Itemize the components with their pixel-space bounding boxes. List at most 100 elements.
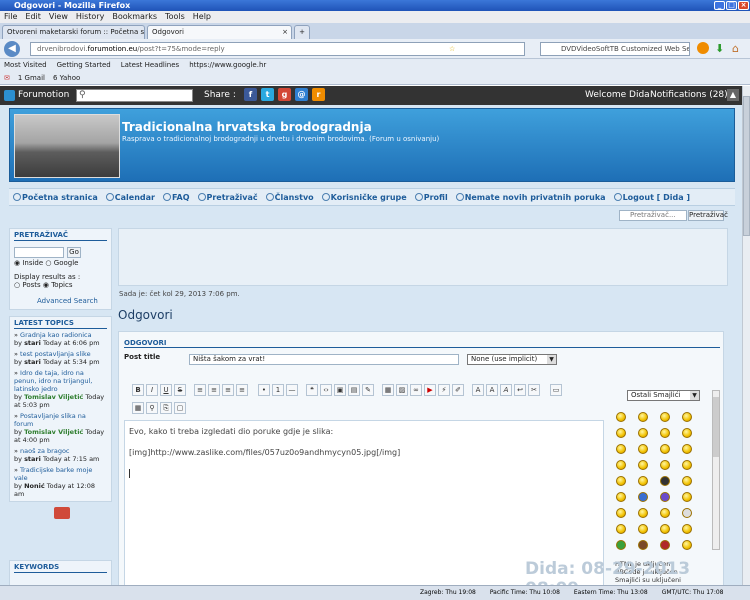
nav-groups[interactable]: Korisničke grupe (321, 189, 407, 205)
post-title-input[interactable]: Ništa šakom za vrat! (189, 354, 459, 365)
spoiler-button[interactable]: ▤ (348, 384, 360, 396)
smiley-icon[interactable] (682, 492, 692, 502)
smiley-icon[interactable] (638, 428, 648, 438)
forumotion-search-input[interactable]: ⚲ (76, 89, 193, 102)
new-tab-button[interactable]: + (294, 25, 310, 39)
quote-button[interactable]: ❝ (306, 384, 318, 396)
feed-icon[interactable] (697, 42, 709, 54)
smiley-icon[interactable] (616, 444, 626, 454)
search-bar[interactable]: DVDVideoSoftTB Customized Web Search (540, 42, 690, 56)
collapse-bar-icon[interactable]: ▲ (727, 89, 739, 101)
smiley-icon[interactable] (616, 524, 626, 534)
menu-help[interactable]: Help (193, 11, 211, 23)
scroll-thumb[interactable] (743, 96, 750, 236)
advanced-search-link[interactable]: Advanced Search (37, 297, 98, 305)
smiley-icon[interactable] (638, 460, 648, 470)
flash-button[interactable]: ⚡ (438, 384, 450, 396)
sidebar-search-input[interactable] (14, 247, 64, 258)
nav-logout[interactable]: Logout [ Dida ] (613, 189, 690, 205)
bookmark-star-icon[interactable]: ☆ (449, 43, 455, 55)
smiley-icon[interactable] (682, 412, 692, 422)
nav-members[interactable]: Članstvo (265, 189, 314, 205)
smiley-icon[interactable] (638, 412, 648, 422)
url-bar[interactable]: drvenibrodovi.forumotion.eu/post?t=75&mo… (30, 42, 525, 56)
bookmark-getting-started[interactable]: Getting Started (57, 59, 111, 72)
topic-user[interactable]: stari (24, 358, 41, 366)
scroll-thumb[interactable] (713, 397, 719, 457)
draw-button[interactable]: ✐ (452, 384, 464, 396)
youtube-button[interactable]: ▶ (424, 384, 436, 396)
hide-button[interactable]: ▣ (334, 384, 346, 396)
smiley-icon[interactable] (682, 540, 692, 550)
nav-faq[interactable]: FAQ (162, 189, 190, 205)
topic-link[interactable]: Tradicijske barke moje vale (14, 466, 92, 482)
smiley-icon[interactable] (660, 476, 670, 486)
topic-user[interactable]: Tomislav Viljetić (24, 393, 83, 401)
top-search-button[interactable]: Pretraživač (688, 210, 728, 221)
smiley-icon[interactable] (638, 444, 648, 454)
smiley-icon[interactable] (616, 460, 626, 470)
notifications-link[interactable]: Notifications (28) (650, 86, 728, 105)
smiley-icon[interactable] (638, 492, 648, 502)
menu-bookmarks[interactable]: Bookmarks (112, 11, 157, 23)
tab-forum[interactable]: Otvoreni maketarski forum :: Početna str… (2, 25, 145, 39)
calendar-button[interactable]: ▦ (132, 402, 144, 414)
smiley-icon[interactable] (660, 508, 670, 518)
code-button[interactable]: ‹› (320, 384, 332, 396)
smiley-icon[interactable] (682, 428, 692, 438)
smiley-icon[interactable] (660, 492, 670, 502)
minimize-button[interactable]: _ (714, 1, 725, 10)
topic-user[interactable]: Tomislav Viljetić (24, 428, 83, 436)
facebook-icon[interactable]: f (244, 88, 257, 101)
font-size-button[interactable]: A (472, 384, 484, 396)
smiley-icon[interactable] (616, 540, 626, 550)
topic-link[interactable]: Postavljanje slika na forum (14, 412, 86, 428)
forumotion-brand[interactable]: Forumotion (18, 86, 69, 105)
google-plus-icon[interactable]: g (278, 88, 291, 101)
menu-tools[interactable]: Tools (165, 11, 185, 23)
image-button[interactable]: ▨ (396, 384, 408, 396)
twitter-icon[interactable]: t (261, 88, 274, 101)
smiley-icon[interactable] (682, 508, 692, 518)
bookmark-latest-headlines[interactable]: Latest Headlines (121, 59, 179, 72)
post-icon-select[interactable]: None (use implicit) ▼ (467, 354, 557, 365)
smiley-icon[interactable] (616, 428, 626, 438)
underline-button[interactable]: U (160, 384, 172, 396)
align-right-button[interactable]: ≡ (222, 384, 234, 396)
smilies-select[interactable]: Ostali Smajlići ▼ (627, 390, 700, 401)
topic-link[interactable]: Gradnja kao radionica (20, 331, 92, 339)
smiley-icon[interactable] (616, 412, 626, 422)
smiley-icon[interactable] (660, 524, 670, 534)
home-icon[interactable]: ⌂ (732, 42, 739, 55)
back-button[interactable]: ◀ (4, 41, 20, 57)
smiley-icon[interactable] (660, 444, 670, 454)
topic-link[interactable]: naoš za bragoc (20, 447, 69, 455)
menu-file[interactable]: File (4, 11, 17, 23)
nav-calendar[interactable]: Calendar (105, 189, 155, 205)
smiley-icon[interactable] (660, 428, 670, 438)
color-button[interactable]: A (486, 384, 498, 396)
radio-inside[interactable]: ◉ Inside (14, 259, 43, 267)
yahoo-count[interactable]: 6 Yahoo (53, 72, 80, 84)
table-button[interactable]: ▦ (382, 384, 394, 396)
topic-user[interactable]: stari (24, 455, 41, 463)
rss-icon[interactable]: r (312, 88, 325, 101)
download-icon[interactable]: ⬇ (715, 42, 724, 55)
smiley-icon[interactable] (682, 460, 692, 470)
nav-profile[interactable]: Profil (414, 189, 448, 205)
smiley-icon[interactable] (616, 476, 626, 486)
forum-title[interactable]: Tradicionalna hrvatska brodogradnja (122, 120, 372, 134)
strike-button[interactable]: S (174, 384, 186, 396)
copy-button[interactable]: ⎘ (160, 402, 172, 414)
close-window-button[interactable]: × (738, 1, 749, 10)
topic-link[interactable]: test postavljanja slike (20, 350, 91, 358)
radio-google[interactable]: ○ Google (45, 259, 78, 267)
link-button[interactable]: ∞ (410, 384, 422, 396)
nav-messages[interactable]: Nemate novih privatnih poruka (455, 189, 606, 205)
smiley-icon[interactable] (638, 540, 648, 550)
font-button[interactable]: A (500, 384, 512, 396)
italic-button[interactable]: I (146, 384, 158, 396)
menu-history[interactable]: History (76, 11, 104, 23)
smiley-icon[interactable] (660, 460, 670, 470)
google-plus-icon[interactable] (54, 507, 70, 519)
